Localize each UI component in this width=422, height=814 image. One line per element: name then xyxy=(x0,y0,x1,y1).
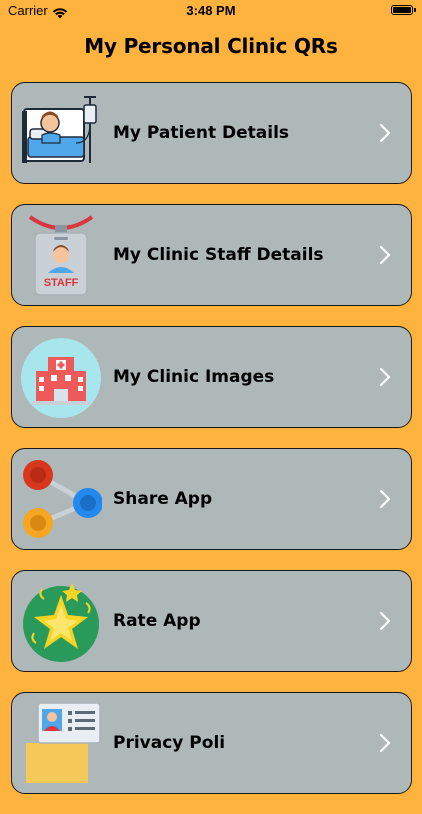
hospital-building-icon xyxy=(20,337,102,419)
chevron-right-icon xyxy=(379,245,391,265)
battery-cap xyxy=(414,8,416,12)
menu-item-label: Rate App xyxy=(113,611,201,631)
profile-card-icon xyxy=(20,703,102,785)
menu-list: My Patient Details STAFF My Clinic Staff… xyxy=(11,82,412,814)
chevron-right-icon xyxy=(379,611,391,631)
star-badge-icon xyxy=(20,581,102,663)
chevron-right-icon xyxy=(379,123,391,143)
menu-item-patient-details[interactable]: My Patient Details xyxy=(11,82,412,184)
menu-item-share-app[interactable]: Share App xyxy=(11,448,412,550)
chevron-right-icon xyxy=(379,489,391,509)
menu-item-label: Privacy Poli xyxy=(113,733,226,753)
menu-item-label: My Patient Details xyxy=(113,123,290,143)
chevron-right-icon xyxy=(379,367,391,387)
menu-item-label: Share App xyxy=(113,489,213,509)
chevron-right-icon xyxy=(379,733,391,753)
menu-item-rate-app[interactable]: Rate App xyxy=(11,570,412,672)
share-nodes-icon xyxy=(20,459,102,541)
menu-item-clinic-images[interactable]: My Clinic Images xyxy=(11,326,412,428)
menu-item-clinic-staff-details[interactable]: STAFF My Clinic Staff Details xyxy=(11,204,412,306)
svg-text:STAFF: STAFF xyxy=(44,277,79,289)
menu-item-privacy-policy[interactable]: Privacy Poli xyxy=(11,692,412,794)
status-bar: Carrier 3:48 PM xyxy=(0,0,422,24)
staff-badge-icon: STAFF xyxy=(20,215,102,297)
clock-time: 3:48 PM xyxy=(186,3,236,18)
menu-item-label: My Clinic Images xyxy=(113,367,275,387)
page-title: My Personal Clinic QRs xyxy=(84,34,338,58)
menu-item-label: My Clinic Staff Details xyxy=(113,245,324,265)
battery-icon xyxy=(391,5,413,15)
patient-bed-icon xyxy=(20,93,102,175)
